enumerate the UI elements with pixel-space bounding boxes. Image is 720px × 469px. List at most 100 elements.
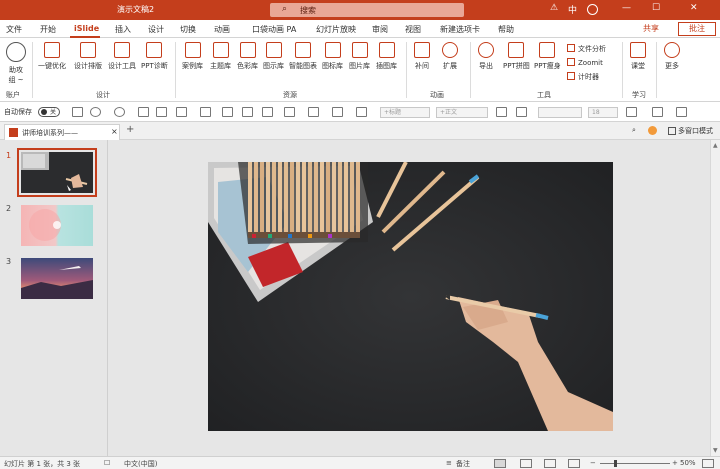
font-name-east-dropdown[interactable]: +正文	[436, 107, 488, 118]
settings-icon[interactable]	[648, 126, 657, 135]
undo-icon[interactable]	[90, 107, 101, 117]
fit-to-window-button[interactable]	[702, 459, 714, 468]
file-analysis-button[interactable]: 文件分析	[567, 44, 606, 54]
multi-window-mode-button[interactable]: 多窗口模式	[678, 126, 713, 136]
menu-help[interactable]: 帮助	[498, 24, 514, 35]
share-button[interactable]: 共享	[638, 22, 664, 36]
slide-thumbnail-2[interactable]	[21, 205, 93, 246]
classroom-button[interactable]: 课堂	[630, 42, 646, 71]
menu-review[interactable]: 审阅	[372, 24, 388, 35]
ppt-diagnose-button[interactable]: PPT诊断	[141, 42, 168, 71]
design-layout-button[interactable]: 设计排版	[74, 42, 102, 71]
menu-islide[interactable]: iSlide	[74, 24, 99, 33]
multi-window-icon	[668, 127, 676, 135]
font-color-icon[interactable]	[652, 107, 663, 117]
comment-button[interactable]: 批注	[678, 22, 716, 36]
expand-button[interactable]: 扩展	[442, 42, 458, 71]
current-slide[interactable]	[208, 162, 613, 431]
diagram-library-button[interactable]: 图示库	[263, 42, 284, 71]
group-icon[interactable]	[242, 107, 253, 117]
zoom-slider[interactable]	[600, 460, 670, 467]
slide-thumbnail-1[interactable]	[17, 148, 97, 197]
zoom-in-button[interactable]: +	[672, 459, 678, 467]
text-box-icon[interactable]	[496, 107, 507, 117]
menu-transitions[interactable]: 切换	[180, 24, 196, 35]
add-tab-button[interactable]: +	[126, 124, 134, 135]
redo-icon[interactable]	[114, 107, 125, 117]
export-button[interactable]: 导出	[478, 42, 494, 71]
menu-slideshow[interactable]: 幻灯片放映	[316, 24, 356, 35]
align-icon[interactable]	[262, 107, 273, 117]
toggle-knob	[41, 109, 47, 115]
spellcheck-icon[interactable]: ☐	[104, 459, 110, 467]
ppt-puzzle-button[interactable]: PPT拼图	[503, 42, 530, 71]
one-click-optimize-button[interactable]: 一键优化	[38, 42, 66, 71]
ppt-slim-button[interactable]: PPT瘦身	[534, 42, 561, 71]
reading-view-button[interactable]	[544, 459, 556, 468]
tween-button[interactable]: 补间	[414, 42, 430, 71]
menu-insert[interactable]: 插入	[115, 24, 131, 35]
shape-icon[interactable]	[284, 107, 295, 117]
icon-library-button[interactable]: 图标库	[322, 42, 343, 71]
clear-format-icon[interactable]	[676, 107, 687, 117]
close-icon[interactable]: ✕	[690, 3, 698, 13]
design-tools-button[interactable]: 设计工具	[108, 42, 136, 71]
theme-library-button[interactable]: 主题库	[210, 42, 231, 71]
search-tab-icon[interactable]: ⌕	[632, 126, 636, 135]
font-grow-icon[interactable]	[626, 107, 637, 117]
slideshow-button[interactable]	[568, 459, 580, 468]
effect-icon[interactable]	[356, 107, 367, 117]
notes-button[interactable]: 备注	[456, 459, 470, 469]
maximize-icon[interactable]: ☐	[652, 3, 660, 13]
color-library-button[interactable]: 色彩库	[237, 42, 258, 71]
picture-icon[interactable]	[176, 107, 187, 117]
scroll-down-icon[interactable]: ▼	[713, 447, 718, 454]
table-icon[interactable]	[156, 107, 167, 117]
language-status[interactable]: 中文(中国)	[124, 459, 157, 469]
zoom-slider-knob[interactable]	[614, 460, 617, 467]
menu-view[interactable]: 视图	[405, 24, 421, 35]
document-tab[interactable]: 讲师培训系列—— ×	[4, 124, 120, 140]
menu-home[interactable]: 开始	[40, 24, 56, 35]
slide-thumbnail-3[interactable]	[21, 258, 93, 299]
assist-group-button[interactable]: 助攻 组 ~	[6, 42, 26, 85]
menu-pocket-animation[interactable]: 口袋动画 PA	[252, 24, 296, 35]
tab-close-icon[interactable]: ×	[111, 127, 118, 136]
chart-icon[interactable]	[200, 107, 211, 117]
zoom-level[interactable]: 50%	[680, 459, 696, 467]
avatar-icon[interactable]	[587, 4, 598, 15]
smart-chart-button[interactable]: 智能图表	[289, 42, 317, 71]
warning-icon[interactable]: ⚠	[550, 3, 558, 13]
timer-button[interactable]: 计时器	[567, 72, 599, 82]
more-button[interactable]: 更多	[664, 42, 680, 71]
font-size-dropdown[interactable]: 18	[588, 107, 618, 118]
fill-icon[interactable]	[308, 107, 319, 117]
zoom-out-button[interactable]: −	[590, 459, 596, 467]
menu-animations[interactable]: 动画	[214, 24, 230, 35]
font-name-dropdown[interactable]: +标题	[380, 107, 430, 118]
group-label-design: 设计	[96, 91, 110, 99]
illustration-library-button[interactable]: 插图库	[376, 42, 397, 71]
image-library-button[interactable]: 图片库	[349, 42, 370, 71]
slide-sorter-button[interactable]	[520, 459, 532, 468]
case-library-button[interactable]: 案例库	[182, 42, 203, 71]
search-box[interactable]: ⌕ 搜索	[270, 3, 464, 17]
scroll-up-icon[interactable]: ▲	[713, 142, 718, 149]
normal-view-button[interactable]	[494, 459, 506, 468]
arrange-icon[interactable]	[222, 107, 233, 117]
vertical-scrollbar[interactable]: ▲ ▼	[710, 140, 720, 456]
zoomit-button[interactable]: Zoomit	[567, 58, 603, 67]
menu-new-tab[interactable]: 新建选项卡	[440, 24, 480, 35]
slide-layout-icon[interactable]	[138, 107, 149, 117]
outline-icon[interactable]	[332, 107, 343, 117]
menu-file[interactable]: 文件	[6, 24, 22, 35]
menu-design[interactable]: 设计	[148, 24, 164, 35]
font-style-dropdown[interactable]	[538, 107, 582, 118]
autosave-toggle[interactable]: 关	[38, 107, 60, 117]
save-icon[interactable]	[72, 107, 83, 117]
minimize-icon[interactable]: —	[622, 3, 631, 13]
file-analysis-icon	[567, 44, 575, 52]
text-align-icon[interactable]	[516, 107, 527, 117]
tools-icon	[114, 42, 130, 58]
user-initial[interactable]: 中	[568, 3, 577, 16]
